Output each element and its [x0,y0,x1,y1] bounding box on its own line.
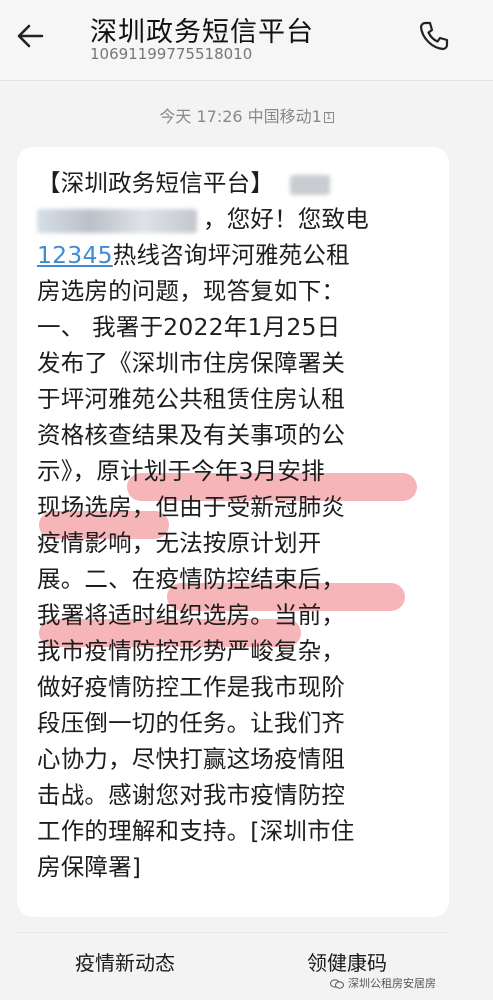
message-line: 一、 我署于2022年1月25日 [37,313,341,341]
sim-card-icon: 1 [323,112,334,123]
message-line: ，您好！您致电 [37,201,369,237]
timestamp-text: 今天 17:26 中国移动1 [159,107,322,126]
redacted-blur [37,208,197,233]
message-line: 发布了《深圳市住房保障署关 [37,349,346,377]
message-line: 段压倒一切的任务。让我们齐 [37,709,346,737]
redacted-blur [289,174,330,195]
watermark: 深圳公租房安居房 [330,975,436,991]
header: 深圳政务短信平台 10691199775518010 [0,0,493,80]
message-line: 房保障署] [37,853,142,881]
sender-title: 深圳政务短信平台 [90,17,314,48]
message-line: 心协力，尽快打赢这场疫情阻 [37,745,346,773]
quick-reply-health-code-button[interactable]: 领健康码 [262,948,432,978]
message-line: 击战。感谢您对我市疫情防控 [37,781,346,809]
message-bubble[interactable]: 【深圳政务短信平台】 ，您好！您致电 12345热线咨询坪河雅苑公租 房选房的问… [17,147,449,917]
message-line: 资格核查结果及有关事项的公 [37,421,346,449]
message-line: 做好疫情防控工作是我市现阶 [37,673,346,701]
message-line: 【深圳政务短信平台】 [37,165,330,201]
message-line: 现场选房，但由于受新冠肺炎 [37,493,346,521]
message-line: 我署将适时组织选房。当前， [37,601,346,629]
header-divider [0,80,493,81]
message-line: 12345热线咨询坪河雅苑公租 [37,241,350,269]
message-line: 房选房的问题，现答复如下： [37,277,346,305]
message-line: 展。二、在疫情防控结束后， [37,565,346,593]
message-line: 疫情影响，无法按原计划开 [37,529,322,557]
quick-reply-divider [17,932,449,933]
quick-reply-epidemic-news-button[interactable]: 疫情新动态 [40,948,210,978]
sender-number: 10691199775518010 [90,45,253,63]
message-line: 工作的理解和支持。[深圳市住 [37,817,355,845]
message-timestamp: 今天 17:26 中国移动1 1 [0,103,493,127]
message-line: 于坪河雅苑公共租赁住房认租 [37,385,346,413]
watermark-text: 深圳公租房安居房 [348,977,436,990]
hotline-link[interactable]: 12345 [37,241,113,269]
message-line: 我市疫情防控形势严峻复杂， [37,637,346,665]
phone-icon[interactable] [416,18,452,54]
back-arrow-icon[interactable] [12,18,52,54]
wechat-icon [330,979,344,989]
message-line: 示》，原计划于今年3月安排 [37,457,325,485]
